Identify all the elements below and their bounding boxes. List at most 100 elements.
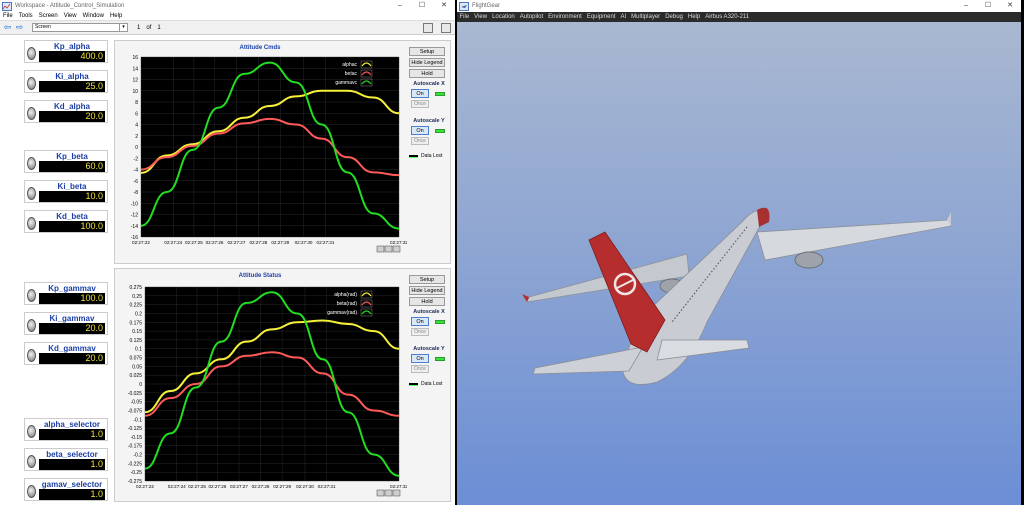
knob-icon[interactable] <box>27 485 36 498</box>
layout-icon[interactable] <box>423 23 433 33</box>
forward-arrow-icon[interactable]: ⇨ <box>15 23 24 32</box>
y-tick-label: -8 <box>134 190 139 196</box>
knob-control-beta-selector[interactable]: beta_selector 1.0 <box>24 448 108 471</box>
knob-value[interactable]: 20.0 <box>39 323 105 334</box>
y-tick-label: -0.025 <box>128 391 142 397</box>
knob-control-ki-gammav[interactable]: Ki_gammav 20.0 <box>24 312 108 335</box>
screen-select[interactable]: Screen ▾ <box>32 23 128 32</box>
knob-value[interactable]: 1.0 <box>39 489 105 500</box>
fg-menu-autopilot[interactable]: Autopilot <box>520 14 543 20</box>
flightgear-viewport[interactable] <box>457 22 1021 505</box>
knob-value[interactable]: 400.0 <box>39 51 105 62</box>
knob-control-kp-beta[interactable]: Kp_beta 60.0 <box>24 150 108 173</box>
menu-window[interactable]: Window <box>83 13 104 19</box>
y-tick-label: 0.225 <box>129 303 142 309</box>
knob-value[interactable]: 10.0 <box>39 191 105 202</box>
autoscale-x-on-button[interactable]: On <box>411 89 429 98</box>
knob-control-ki-beta[interactable]: Ki_beta 10.0 <box>24 180 108 203</box>
knob-icon[interactable] <box>27 425 36 438</box>
knob-control-kp-alpha[interactable]: Kp_alpha 400.0 <box>24 40 108 63</box>
back-arrow-icon[interactable]: ⇦ <box>3 23 12 32</box>
knob-control-kp-gammav[interactable]: Kp_gammav 100.0 <box>24 282 108 305</box>
autoscale-y-on-button[interactable]: On <box>411 354 429 363</box>
y-tick-label: 0.15 <box>132 329 142 335</box>
knob-icon[interactable] <box>27 217 36 230</box>
fg-close-button[interactable]: ✕ <box>999 0 1021 12</box>
zoom-icon <box>384 489 393 497</box>
fg-menu-multiplayer[interactable]: Multiplayer <box>631 14 660 20</box>
knob-control-kd-beta[interactable]: Kd_beta 100.0 <box>24 210 108 233</box>
attitude-cmds-panel: Attitude Cmds 16 14 12 10 8 6 4 2 0 -2 -4 -6 -8 -10 -1… <box>114 40 451 264</box>
fg-menu-aircraft[interactable]: Airbus A320-211 <box>705 14 749 20</box>
autoscale-x-once-button[interactable]: Once <box>411 328 429 336</box>
fg-maximize-button[interactable]: ☐ <box>977 0 999 12</box>
fg-menu-debug[interactable]: Debug <box>665 14 683 20</box>
workspace-menubar: File Tools Screen View Window Help <box>0 12 455 21</box>
knob-icon[interactable] <box>27 107 36 120</box>
knob-icon[interactable] <box>27 47 36 60</box>
y-tick-label: -0.125 <box>128 426 142 432</box>
fg-menu-ai[interactable]: AI <box>621 14 627 20</box>
knob-label: Kd_gammav <box>48 344 96 353</box>
fg-menu-location[interactable]: Location <box>492 14 515 20</box>
knob-value[interactable]: 25.0 <box>39 81 105 92</box>
knob-icon[interactable] <box>27 319 36 332</box>
knob-icon[interactable] <box>27 77 36 90</box>
knob-control-kd-gammav[interactable]: Kd_gammav 20.0 <box>24 342 108 365</box>
x-tick-label: 02:27:31 <box>317 240 335 245</box>
menu-view[interactable]: View <box>64 13 77 19</box>
hide-legend-button[interactable]: Hide Legend <box>409 58 445 67</box>
x-tick-label: 02:27:26 <box>206 240 224 245</box>
autoscale-x-once-button[interactable]: Once <box>411 100 429 108</box>
menu-tools[interactable]: Tools <box>19 13 33 19</box>
knob-value[interactable]: 1.0 <box>39 459 105 470</box>
fg-menu-file[interactable]: File <box>460 14 470 20</box>
fg-menu-equipment[interactable]: Equipment <box>587 14 616 20</box>
knob-icon[interactable] <box>27 455 36 468</box>
hold-button[interactable]: Hold <box>409 69 445 78</box>
setup-button[interactable]: Setup <box>409 275 445 284</box>
knob-value[interactable]: 1.0 <box>39 429 105 440</box>
chevron-down-icon[interactable]: ▾ <box>119 24 127 31</box>
knob-value[interactable]: 20.0 <box>39 111 105 122</box>
maximize-button[interactable]: ☐ <box>411 0 433 12</box>
y-tick-label: -10 <box>131 201 138 207</box>
minimize-button[interactable]: – <box>389 0 411 12</box>
window-list-icon[interactable] <box>441 23 451 33</box>
attitude-status-panel: Attitude Status 0.275 0.25 0.225 0.2 0.175 0.… <box>114 268 451 502</box>
menu-screen[interactable]: Screen <box>39 13 58 19</box>
x-tick-label: 02:27:32 <box>390 240 407 245</box>
fg-minimize-button[interactable]: – <box>955 0 977 12</box>
knob-value[interactable]: 60.0 <box>39 161 105 172</box>
fg-menu-help[interactable]: Help <box>688 14 700 20</box>
knob-control-alpha-selector[interactable]: alpha_selector 1.0 <box>24 418 108 441</box>
knob-icon[interactable] <box>27 157 36 170</box>
y-tick-label: -6 <box>134 179 139 185</box>
autoscale-y-once-button[interactable]: Once <box>411 137 429 145</box>
right-stabilizer <box>656 339 750 361</box>
legend-label: gammav(rad) <box>327 310 357 316</box>
knob-icon[interactable] <box>27 289 36 302</box>
autoscale-y-label: Autoscale Y <box>413 346 445 352</box>
fg-menu-view[interactable]: View <box>474 14 487 20</box>
setup-button[interactable]: Setup <box>409 47 445 56</box>
knob-value[interactable]: 20.0 <box>39 353 105 364</box>
autoscale-x-on-button[interactable]: On <box>411 317 429 326</box>
knob-icon[interactable] <box>27 349 36 362</box>
hide-legend-button[interactable]: Hide Legend <box>409 286 445 295</box>
knob-control-gamav-selector[interactable]: gamav_selector 1.0 <box>24 478 108 501</box>
autoscale-y-on-button[interactable]: On <box>411 126 429 135</box>
knob-value[interactable]: 100.0 <box>39 221 105 232</box>
knob-control-kd-alpha[interactable]: Kd_alpha 20.0 <box>24 100 108 123</box>
x-tick-label: 02:27:24 <box>168 484 186 489</box>
knob-control-ki-alpha[interactable]: Ki_alpha 25.0 <box>24 70 108 93</box>
menu-file[interactable]: File <box>3 13 13 19</box>
hold-button[interactable]: Hold <box>409 297 445 306</box>
close-button[interactable]: ✕ <box>433 0 455 12</box>
engine-right <box>794 251 824 269</box>
menu-help[interactable]: Help <box>110 13 122 19</box>
knob-icon[interactable] <box>27 187 36 200</box>
fg-menu-environment[interactable]: Environment <box>548 14 582 20</box>
knob-value[interactable]: 100.0 <box>39 293 105 304</box>
autoscale-y-once-button[interactable]: Once <box>411 365 429 373</box>
